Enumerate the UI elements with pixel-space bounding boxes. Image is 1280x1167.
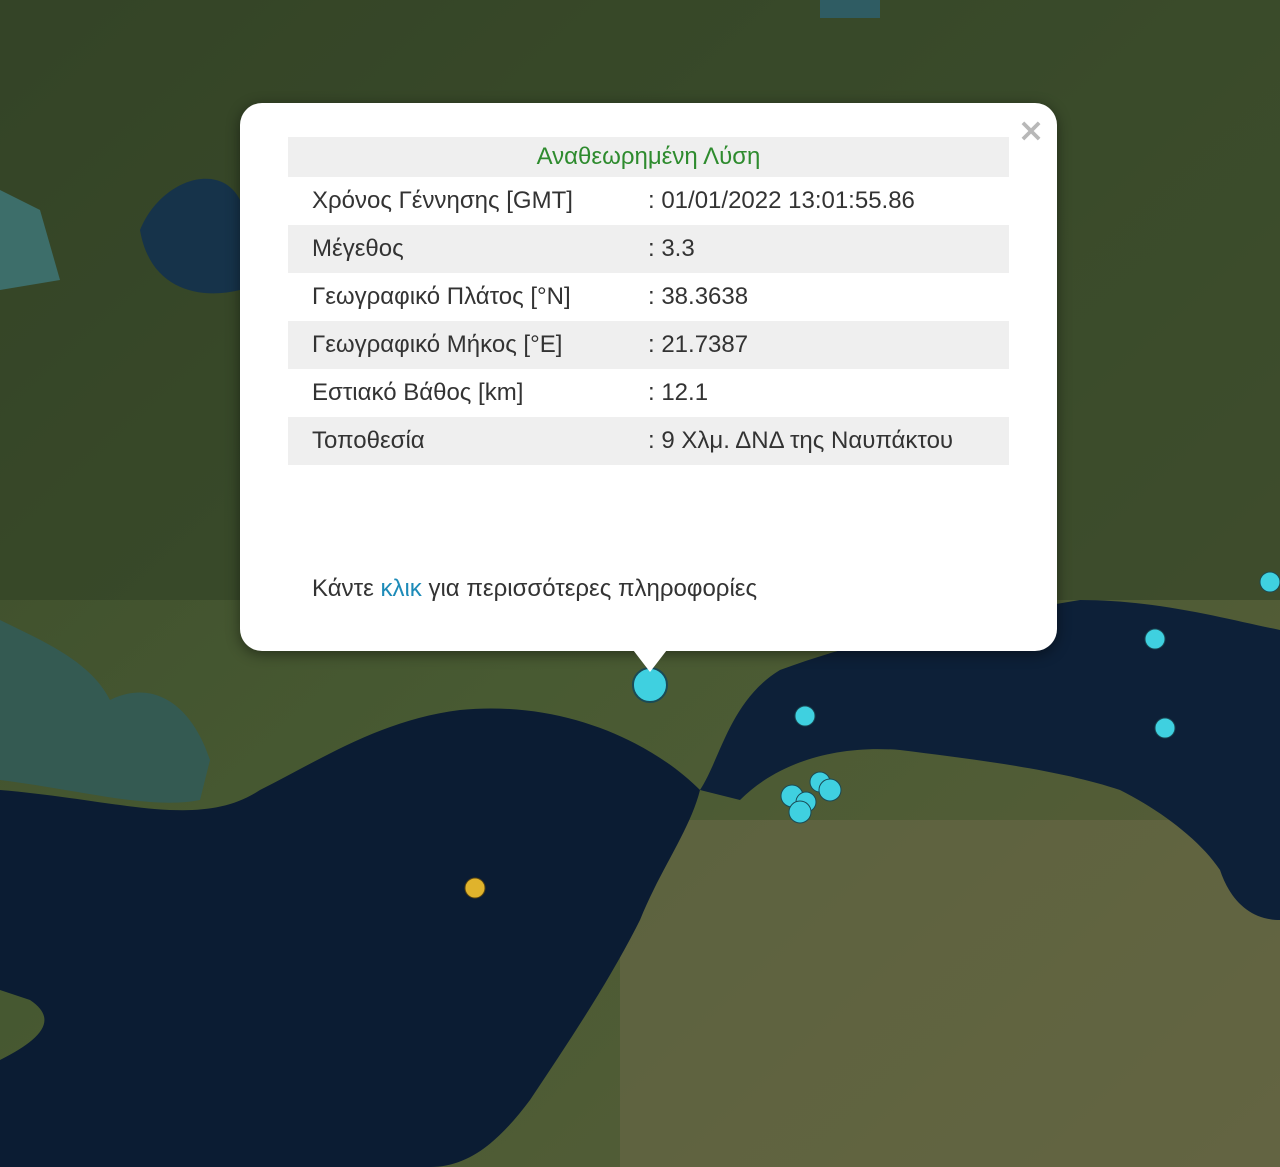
more-suffix: για περισσότερες πληροφορίες [428,575,758,602]
table-row: Γεωγραφικό Πλάτος [°N] : 38.3638 [288,273,1009,321]
table-row: Τοποθεσία : 9 Χλμ. ΔΝΔ της Ναυπάκτου [288,417,1009,465]
row-label: Μέγεθος [288,225,612,273]
northern-lake [820,0,880,18]
row-value: : 3.3 [612,225,1009,273]
row-label: Εστιακό Βάθος [km] [312,379,524,406]
earthquake-marker-selected[interactable] [632,667,668,703]
earthquake-marker[interactable] [788,800,812,824]
table-row: Εστιακό Βάθος [km] : 12.1 [288,369,1009,417]
earthquake-info-table: Αναθεωρημένη Λύση Χρόνος Γέννησης [GMT] … [288,137,1009,465]
earthquake-marker[interactable] [1154,717,1176,739]
earthquake-marker[interactable] [1259,571,1280,593]
popup-tip [630,646,670,672]
table-row: Μέγεθος : 3.3 [288,225,1009,273]
row-label: Γεωγραφικό Μήκος [°E] [288,321,612,369]
earthquake-marker[interactable] [818,778,842,802]
more-info-link[interactable]: κλικ [380,575,421,602]
popup-title: Αναθεωρημένη Λύση [288,137,1009,177]
row-value: : 01/01/2022 13:01:55.86 [648,187,915,214]
row-label: Τοποθεσία [288,417,612,465]
table-row: Αναθεωρημένη Λύση [288,137,1009,177]
row-value: : 9 Χλμ. ΔΝΔ της Ναυπάκτου [612,417,1009,465]
row-value: : 12.1 [648,379,709,406]
earthquake-marker[interactable] [1144,628,1166,650]
row-label: Γεωγραφικό Πλάτος [°N] [312,283,571,310]
earthquake-marker[interactable] [794,705,816,727]
row-label: Χρόνος Γέννησης [GMT] [312,187,573,214]
row-value: : 21.7387 [612,321,1009,369]
more-prefix: Κάντε [312,575,374,602]
more-info-text: Κάντε κλικ για περισσότερες πληροφορίες [312,575,757,603]
earthquake-marker-older[interactable] [464,877,486,899]
table-row: Γεωγραφικό Μήκος [°E] : 21.7387 [288,321,1009,369]
close-icon[interactable]: × [1013,112,1049,148]
coastal-plain [620,820,1280,1167]
table-row: Χρόνος Γέννησης [GMT] : 01/01/2022 13:01… [288,177,1009,225]
row-value: : 38.3638 [648,283,749,310]
